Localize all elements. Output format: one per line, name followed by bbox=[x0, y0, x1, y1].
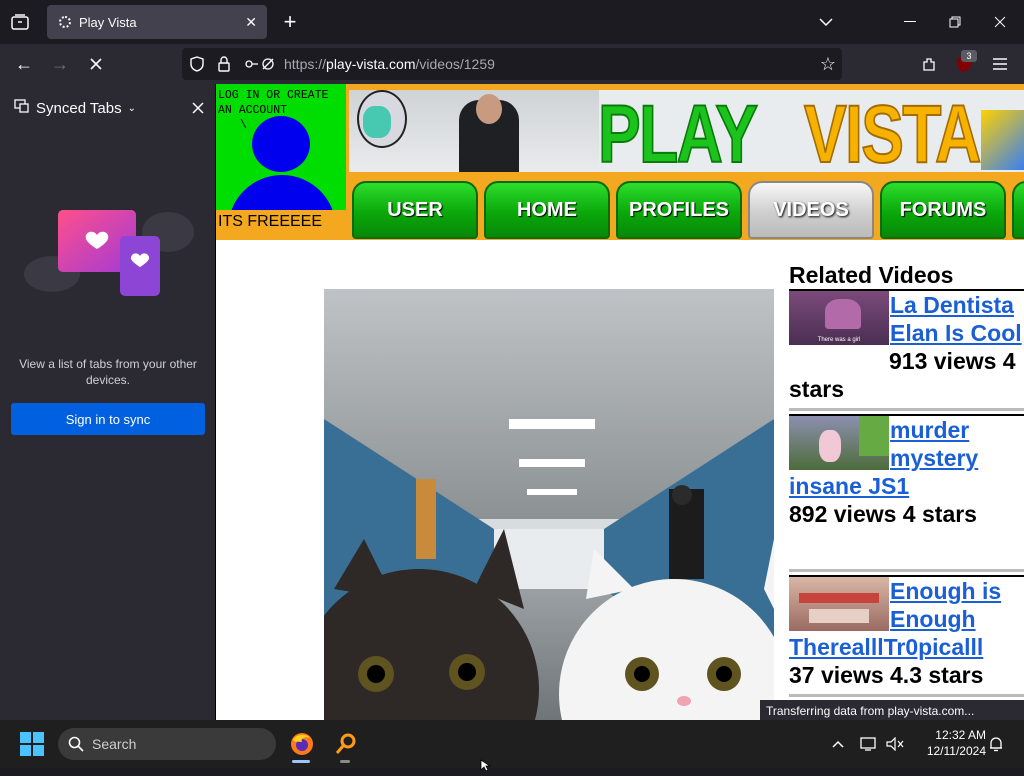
tab-title: Play Vista bbox=[79, 14, 137, 30]
extension-badge: 3 bbox=[961, 50, 977, 62]
sidebar-description: View a list of tabs from your other devi… bbox=[19, 357, 197, 387]
synced-tabs-sidebar bbox=[0, 84, 216, 720]
web-page: LOG IN OR CREATE AN ACCOUNT \ ITS FREEEE… bbox=[216, 84, 1024, 720]
tab-close-icon[interactable]: ✕ bbox=[245, 14, 257, 31]
stop-loading-button[interactable] bbox=[84, 52, 108, 76]
related-videos-heading: Related Videos bbox=[789, 262, 954, 288]
search-icon bbox=[68, 736, 84, 752]
related-video-thumbnail[interactable] bbox=[789, 416, 889, 470]
chevron-down-icon[interactable] bbox=[814, 10, 838, 34]
bookmark-star-icon[interactable]: ☆ bbox=[820, 54, 836, 75]
chevron-down-icon: ⌄ bbox=[127, 102, 137, 114]
nav-forums[interactable]: FORUMS bbox=[880, 181, 1006, 239]
notification-bell-icon[interactable] bbox=[986, 734, 1006, 754]
banner-person-face bbox=[476, 94, 502, 124]
login-prompt: LOG IN OR CREATE AN ACCOUNT \ bbox=[218, 88, 346, 133]
nav-videos[interactable]: VIDEOS bbox=[748, 181, 874, 239]
related-video-meta: 892 views 4 stars bbox=[789, 501, 977, 527]
login-arrow: \ bbox=[240, 119, 247, 132]
url-prefix: https:// bbox=[284, 56, 327, 72]
nav-more[interactable] bbox=[1012, 181, 1024, 239]
display-icon[interactable] bbox=[858, 734, 880, 754]
volume-muted-icon[interactable] bbox=[884, 734, 906, 754]
login-link[interactable]: LOG IN OR CREATE AN ACCOUNT \ ITS FREEEE… bbox=[216, 84, 346, 240]
video-player[interactable] bbox=[324, 289, 774, 720]
close-window-button[interactable] bbox=[988, 10, 1012, 34]
shield-icon[interactable] bbox=[190, 56, 208, 72]
related-video-thumbnail[interactable] bbox=[789, 577, 889, 631]
chevron-up-icon[interactable] bbox=[828, 734, 848, 754]
related-video-meta: 37 views 4.3 stars bbox=[789, 662, 984, 688]
new-tab-button[interactable]: + bbox=[278, 9, 302, 34]
restore-button[interactable] bbox=[943, 10, 967, 34]
search-placeholder: Search bbox=[92, 736, 137, 752]
login-prompt-text: LOG IN OR CREATE AN ACCOUNT bbox=[218, 89, 329, 117]
taskbar-clock[interactable]: 12:32 AM 12/11/2024 bbox=[916, 727, 986, 759]
minimize-button[interactable] bbox=[898, 10, 922, 34]
nav-user[interactable]: USER bbox=[352, 181, 478, 239]
tab-play-vista[interactable]: Play Vista ✕ bbox=[47, 5, 267, 39]
banner-blocks bbox=[981, 110, 1024, 170]
forward-button[interactable]: → bbox=[48, 52, 72, 76]
extensions-icon[interactable] bbox=[918, 52, 942, 76]
url-path: /videos/1259 bbox=[415, 56, 495, 72]
video-frame bbox=[324, 289, 774, 720]
banner-mask bbox=[363, 106, 391, 138]
back-button[interactable]: ← bbox=[12, 52, 36, 76]
sidebar-header[interactable]: Synced Tabs ⌄ bbox=[14, 97, 136, 119]
url-text[interactable]: https://play-vista.com/videos/1259 bbox=[284, 56, 495, 72]
lock-icon[interactable] bbox=[218, 56, 236, 72]
tab-list-icon[interactable] bbox=[8, 10, 32, 34]
nav-profiles[interactable]: PROFILES bbox=[616, 181, 742, 239]
url-host: play-vista.com bbox=[326, 56, 416, 72]
synced-devices-illustration bbox=[22, 204, 198, 304]
nav-home[interactable]: HOME bbox=[484, 181, 610, 239]
related-video-title[interactable]: La Dentista Elan Is Cool bbox=[890, 292, 1022, 346]
close-sidebar-button[interactable] bbox=[187, 97, 209, 119]
related-video-meta: 913 views 4 stars bbox=[789, 348, 1016, 402]
magnifier-taskbar-icon[interactable] bbox=[330, 728, 362, 760]
app-indicator bbox=[340, 760, 350, 763]
related-video-item[interactable]: Enough is Enough TherealllTr0picalll 37 … bbox=[789, 575, 1024, 697]
loading-icon bbox=[59, 16, 71, 28]
taskbar-search[interactable]: Search bbox=[58, 728, 276, 760]
sign-in-to-sync-button[interactable]: Sign in to sync bbox=[11, 403, 205, 435]
address-bar[interactable]: https://play-vista.com/videos/1259 ☆ bbox=[182, 48, 842, 80]
clock-date: 12/11/2024 bbox=[926, 744, 986, 758]
menu-icon[interactable] bbox=[988, 52, 1012, 76]
related-video-item[interactable]: There was a girl La Dentista Elan Is Coo… bbox=[789, 289, 1024, 411]
logo-vista: VISTA bbox=[803, 88, 982, 181]
permissions-icon[interactable] bbox=[244, 57, 280, 71]
thumbnail-caption: There was a girl bbox=[817, 337, 861, 343]
windows-start-icon[interactable] bbox=[20, 732, 44, 756]
status-panel: Transferring data from play-vista.com... bbox=[760, 700, 1024, 722]
logo-play: PLAY bbox=[597, 88, 759, 181]
mouse-cursor-icon bbox=[480, 758, 492, 776]
clock-time: 12:32 AM bbox=[935, 728, 986, 742]
active-app-indicator bbox=[292, 760, 310, 763]
related-video-item[interactable]: murder mystery insane JS1 892 views 4 st… bbox=[789, 414, 1024, 572]
sidebar-title: Synced Tabs bbox=[36, 99, 122, 117]
firefox-taskbar-icon[interactable] bbox=[286, 728, 318, 760]
synced-tabs-icon bbox=[14, 98, 30, 118]
related-video-thumbnail[interactable]: There was a girl bbox=[789, 291, 889, 345]
free-text: ITS FREEEEE bbox=[218, 213, 323, 230]
